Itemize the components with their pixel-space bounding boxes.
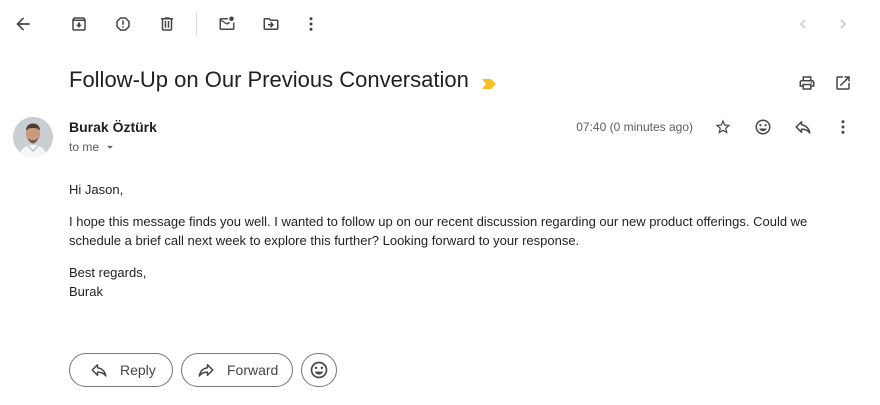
- email-body: Hi Jason, I hope this message finds you …: [69, 180, 829, 301]
- reply-icon-button[interactable]: [787, 111, 819, 143]
- email-greeting: Hi Jason,: [69, 182, 124, 197]
- more-options-button[interactable]: [295, 8, 327, 40]
- mark-unread-button[interactable]: [211, 8, 243, 40]
- sender-name: Burak Öztürk: [69, 119, 157, 135]
- chevron-left-icon: [800, 19, 806, 29]
- email-signoff: Best regards, Burak: [69, 263, 829, 301]
- open-in-new-icon: [836, 76, 850, 90]
- emoji-icon: [310, 361, 328, 379]
- more-vertical-icon: [841, 120, 845, 134]
- importance-marker-icon[interactable]: [481, 77, 497, 95]
- reply-label: Reply: [120, 362, 156, 378]
- forward-button[interactable]: Forward: [181, 353, 293, 387]
- reply-icon: [90, 361, 108, 379]
- sender-avatar[interactable]: [13, 117, 53, 157]
- report-spam-icon: [116, 17, 130, 31]
- more-vertical-icon: [309, 17, 313, 31]
- email-closing: Best regards,: [69, 265, 147, 280]
- add-reaction-button[interactable]: [747, 111, 779, 143]
- chevron-right-icon: [840, 19, 846, 29]
- open-in-new-window-button[interactable]: [827, 67, 859, 99]
- reply-icon: [795, 121, 811, 134]
- forward-label: Forward: [227, 362, 279, 378]
- archive-button[interactable]: [63, 8, 95, 40]
- arrow-back-icon: [16, 17, 30, 31]
- forward-icon: [197, 361, 215, 379]
- email-subject: Follow-Up on Our Previous Conversation: [69, 67, 469, 92]
- toolbar-divider: [196, 12, 197, 36]
- print-button[interactable]: [791, 67, 823, 99]
- print-icon: [799, 76, 815, 90]
- message-more-button[interactable]: [827, 111, 859, 143]
- email-paragraph: I hope this message finds you well. I wa…: [69, 214, 808, 248]
- delete-button[interactable]: [151, 8, 183, 40]
- archive-icon: [72, 17, 86, 31]
- trash-icon: [161, 17, 173, 31]
- older-button[interactable]: [827, 8, 859, 40]
- star-icon: [715, 119, 731, 134]
- email-signature: Burak: [69, 284, 103, 299]
- move-to-folder-icon: [263, 18, 279, 30]
- newer-button[interactable]: [787, 8, 819, 40]
- emoji-reaction-button[interactable]: [301, 353, 337, 387]
- move-to-button[interactable]: [255, 8, 287, 40]
- report-spam-button[interactable]: [107, 8, 139, 40]
- recipient-details-toggle[interactable]: to me: [69, 140, 117, 154]
- email-timestamp: 07:40 (0 minutes ago): [576, 120, 693, 134]
- reply-button[interactable]: Reply: [69, 353, 173, 387]
- back-button[interactable]: [7, 8, 39, 40]
- recipient-label: to me: [69, 140, 100, 154]
- emoji-icon: [755, 119, 771, 135]
- dropdown-arrow-icon: [107, 145, 113, 149]
- star-button[interactable]: [707, 111, 739, 143]
- mark-unread-icon: [219, 16, 235, 30]
